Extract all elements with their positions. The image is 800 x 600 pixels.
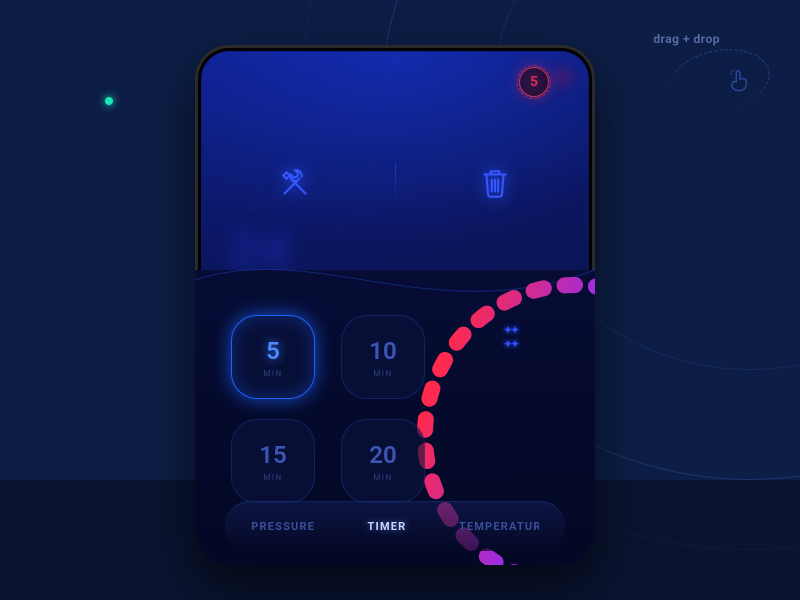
indicator-dot <box>105 97 113 105</box>
preset-value: 10 <box>369 337 396 365</box>
device-frame: 5 24 <box>195 45 595 565</box>
badge-glow <box>549 63 577 91</box>
preset-unit: MIN <box>373 369 392 378</box>
trash-icon <box>480 167 510 203</box>
pointer-icon <box>728 68 750 98</box>
countdown-badge[interactable]: 5 <box>519 67 549 97</box>
tab-pressure[interactable]: PRESSURE <box>251 520 315 533</box>
drag-drop-hint: drag + drop <box>653 32 720 46</box>
tools-icon <box>278 166 312 204</box>
preset-value: 20 <box>369 441 396 469</box>
preset-20[interactable]: 20 MIN <box>341 419 425 503</box>
wave-divider <box>195 240 595 320</box>
preset-unit: MIN <box>373 473 392 482</box>
preset-15[interactable]: 15 MIN <box>231 419 315 503</box>
preset-value: 15 <box>259 441 286 469</box>
countdown-value: 5 <box>530 74 538 90</box>
preset-unit: MIN <box>263 473 282 482</box>
preset-value: 5 <box>266 337 280 365</box>
delete-button[interactable] <box>396 167 596 203</box>
tab-temperature[interactable]: TEMPERATURE <box>459 520 539 533</box>
add-icon[interactable]: ✦✦✦✦ <box>503 323 517 351</box>
tab-timer[interactable]: TIMER <box>368 520 407 533</box>
divider <box>395 164 396 206</box>
action-row <box>195 155 595 215</box>
preset-10[interactable]: 10 MIN <box>341 315 425 399</box>
bottom-tabs: PRESSURE TIMER TEMPERATURE <box>225 501 565 551</box>
preset-unit: MIN <box>263 369 282 378</box>
tools-button[interactable] <box>195 166 395 204</box>
preset-grid: 5 MIN 10 MIN 15 MIN 20 MIN <box>231 315 431 503</box>
preset-5[interactable]: 5 MIN <box>231 315 315 399</box>
